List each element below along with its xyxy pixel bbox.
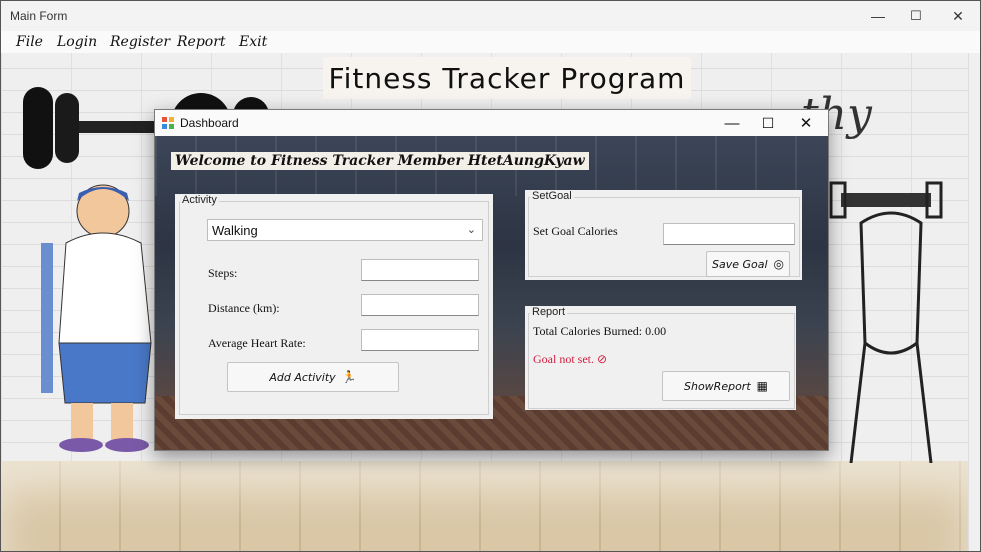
dashboard-title: Dashboard (180, 116, 239, 130)
report-group-label: Report (530, 306, 568, 318)
goal-status-label: Goal not set. (533, 352, 594, 366)
menu-exit[interactable]: Exit (239, 34, 267, 50)
vertical-scrollbar[interactable] (968, 53, 980, 551)
add-activity-button[interactable]: Add Activity 🏃 (227, 362, 399, 392)
dashboard-maximize-button[interactable]: ☐ (751, 112, 785, 134)
main-window-title: Main Form (10, 9, 68, 23)
activity-type-select[interactable]: Walking ⌄ (207, 219, 483, 241)
wood-floor (1, 461, 968, 551)
dashboard-titlebar: Dashboard — ☐ ✕ (155, 110, 828, 136)
add-activity-label: Add Activity (269, 370, 336, 384)
goal-status-text: Goal not set. ⊘ (533, 352, 607, 367)
dashboard-minimize-button[interactable]: — (715, 112, 749, 134)
distance-label: Distance (km): (208, 301, 280, 315)
welcome-message: Welcome to Fitness Tracker Member HtetAu… (171, 152, 589, 170)
menu-file[interactable]: File (16, 34, 43, 50)
heart-rate-label: Average Heart Rate: (208, 336, 306, 350)
barbell-plate-icon (23, 87, 53, 169)
set-goal-group-label: SetGoal (530, 190, 574, 202)
report-group: Report Total Calories Burned: 0.00 Goal … (525, 306, 796, 410)
show-report-button[interactable]: ShowReport ▦ (662, 371, 790, 401)
barbell-plate-icon (55, 93, 79, 163)
activity-group-label: Activity (180, 194, 219, 206)
goal-calories-label: Set Goal Calories (533, 224, 618, 238)
total-calories-text: Total Calories Burned: 0.00 (533, 324, 667, 338)
minimize-button[interactable]: — (863, 5, 893, 27)
goal-calories-input[interactable] (663, 223, 795, 245)
menu-bar: File Login Register Report Exit (1, 31, 980, 53)
dashboard-window: Dashboard — ☐ ✕ Welcome to Fitness Track… (154, 109, 829, 451)
no-entry-icon: ⊘ (597, 352, 608, 366)
steps-input[interactable] (361, 259, 479, 281)
banner-title: Fitness Tracker Program (328, 61, 686, 95)
app-icon (162, 117, 174, 129)
dashboard-body: Welcome to Fitness Tracker Member HtetAu… (155, 136, 828, 450)
chart-icon: ▦ (756, 379, 768, 393)
cartoon-lifter-icon (829, 181, 943, 463)
title-banner: Fitness Tracker Program (323, 57, 691, 99)
save-goal-button[interactable]: Save Goal ◎ (706, 251, 790, 277)
menu-login[interactable]: Login (57, 34, 97, 50)
cartoon-bodybuilder-icon (41, 184, 152, 452)
distance-input[interactable] (361, 294, 479, 316)
steps-label: Steps: (208, 266, 238, 280)
save-goal-label: Save Goal (711, 257, 768, 271)
menu-register[interactable]: Register (110, 34, 170, 50)
set-goal-group: SetGoal Set Goal Calories Save Goal ◎ (525, 190, 802, 280)
menu-report[interactable]: Report (177, 34, 226, 50)
activity-type-value: Walking (212, 223, 258, 238)
activity-group: Activity Walking ⌄ Steps: Distance (km):… (175, 194, 493, 419)
maximize-button[interactable]: ☐ (901, 5, 931, 27)
runner-icon: 🏃 (341, 370, 357, 384)
main-titlebar: Main Form — ☐ ✕ (1, 1, 980, 31)
dashboard-close-button[interactable]: ✕ (789, 112, 823, 134)
chevron-down-icon: ⌄ (466, 224, 476, 236)
close-button[interactable]: ✕ (943, 5, 973, 27)
main-form-window: Main Form — ☐ ✕ File Login Register Repo… (0, 0, 981, 552)
show-report-label: ShowReport (684, 379, 751, 393)
heart-rate-input[interactable] (361, 329, 479, 351)
target-icon: ◎ (773, 257, 785, 271)
